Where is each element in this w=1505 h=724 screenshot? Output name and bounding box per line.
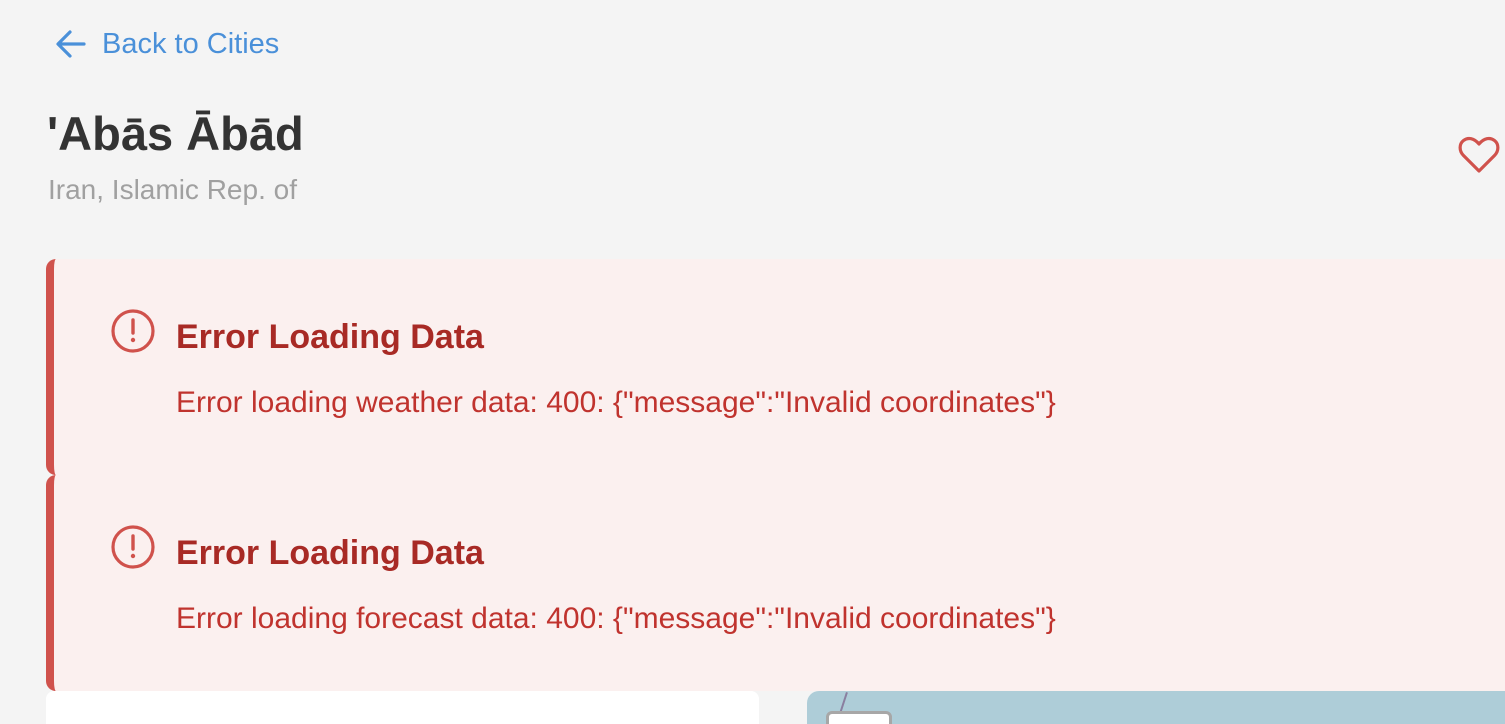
heart-outline-icon: [1457, 135, 1501, 180]
error-message: Error loading weather data: 400: {"messa…: [176, 386, 1056, 419]
arrow-left-icon: [52, 25, 90, 63]
alert-circle-icon: [110, 308, 156, 354]
back-link-label: Back to Cities: [102, 28, 280, 60]
favorite-button[interactable]: [1452, 130, 1505, 184]
page-title: 'Abās Ābād: [47, 107, 304, 160]
city-map[interactable]: [807, 691, 1505, 724]
error-message: Error loading forecast data: 400: {"mess…: [176, 602, 1056, 635]
info-card: [46, 691, 759, 724]
country-subtitle: Iran, Islamic Rep. of: [48, 174, 297, 205]
alert-circle-icon: [110, 524, 156, 570]
error-title: Error Loading Data: [176, 534, 484, 572]
forecast-error-alert: Error Loading Data Error loading forecas…: [46, 475, 1505, 691]
city-detail-page: Back to Cities 'Abās Ābād Iran, Islamic …: [0, 0, 1505, 724]
weather-error-alert: Error Loading Data Error loading weather…: [46, 259, 1505, 475]
map-zoom-control[interactable]: [826, 711, 892, 724]
back-to-cities-link[interactable]: Back to Cities: [52, 24, 279, 64]
error-title: Error Loading Data: [176, 318, 484, 356]
